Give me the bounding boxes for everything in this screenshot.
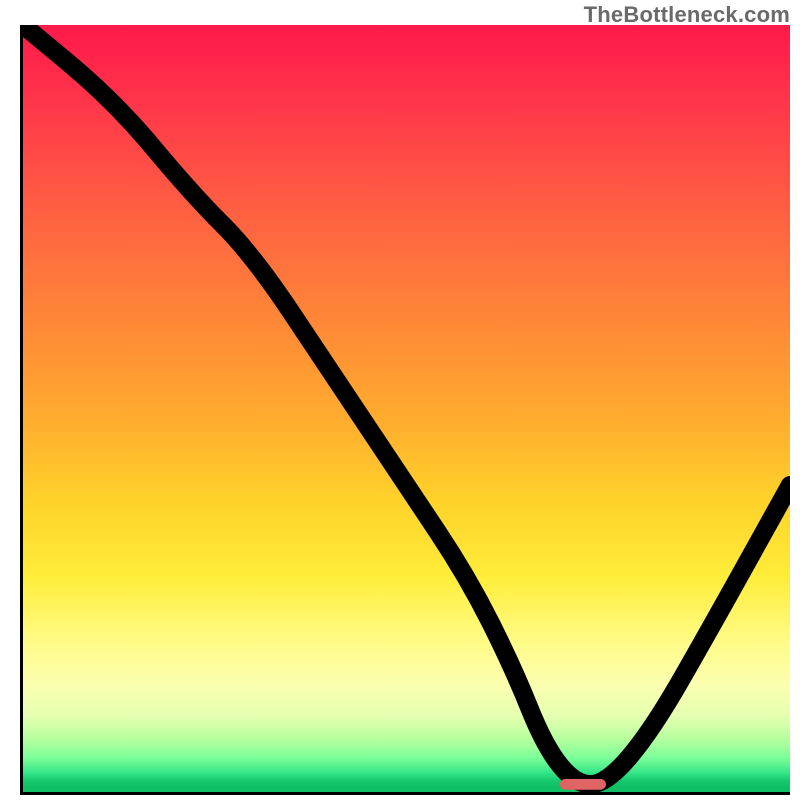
plot-area (20, 25, 790, 795)
bottleneck-curve-path (23, 25, 790, 784)
chart-container: TheBottleneck.com (0, 0, 800, 800)
curve-layer (23, 25, 790, 792)
optimal-marker (560, 779, 606, 790)
